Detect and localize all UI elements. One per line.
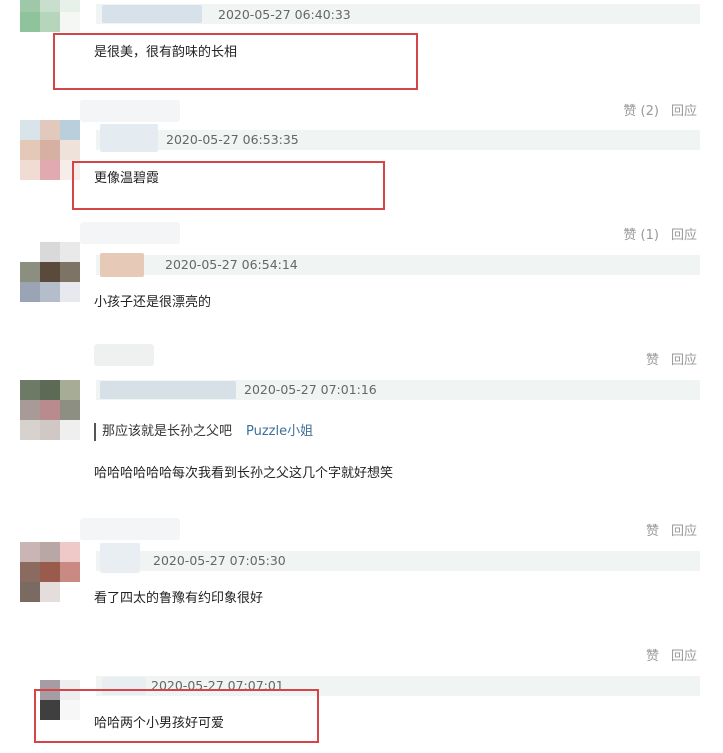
avatar[interactable] bbox=[20, 542, 80, 602]
like-button[interactable]: 赞 bbox=[646, 353, 659, 368]
avatar[interactable] bbox=[20, 380, 80, 440]
comment-actions: 赞 (1) 回应 bbox=[623, 228, 697, 244]
reply-button[interactable]: 回应 bbox=[671, 524, 697, 539]
highlight-box bbox=[72, 161, 385, 210]
highlight-box bbox=[34, 689, 319, 743]
comment-actions: 赞回应 bbox=[646, 524, 697, 540]
username-blurred[interactable] bbox=[102, 5, 202, 23]
username-blurred[interactable] bbox=[100, 381, 236, 399]
comment-actions: 赞 (2) 回应 bbox=[623, 104, 697, 120]
comment-timestamp: 2020-05-27 06:40:33 bbox=[218, 7, 351, 22]
quoted-text: 那应该就是长孙之父吧 bbox=[102, 424, 233, 439]
reply-button[interactable]: 回应 bbox=[671, 649, 697, 664]
quote-marker bbox=[94, 423, 96, 441]
comment-text: 看了四太的鲁豫有约印象很好 bbox=[94, 591, 264, 606]
username-blurred[interactable] bbox=[100, 253, 144, 277]
comment-meta-bar bbox=[96, 4, 700, 24]
comment-timestamp: 2020-05-27 06:54:14 bbox=[165, 257, 298, 272]
like-button[interactable]: 赞 (2) bbox=[623, 104, 659, 119]
like-button[interactable]: 赞 bbox=[646, 649, 659, 664]
avatar[interactable] bbox=[20, 120, 80, 180]
comment-timestamp: 2020-05-27 07:01:16 bbox=[244, 382, 377, 397]
comment-timestamp: 2020-05-27 07:05:30 bbox=[153, 553, 286, 568]
reply-button[interactable]: 回应 bbox=[671, 228, 697, 243]
like-button[interactable]: 赞 (1) bbox=[623, 228, 659, 243]
blurred-content bbox=[80, 518, 180, 540]
blurred-content bbox=[94, 344, 154, 366]
comment-text: 哈哈哈哈哈哈每次我看到长孙之父这几个字就好想笑 bbox=[94, 466, 394, 481]
comment-actions: 赞回应 bbox=[646, 353, 697, 369]
comment-timestamp: 2020-05-27 06:53:35 bbox=[166, 132, 299, 147]
like-button[interactable]: 赞 bbox=[646, 524, 659, 539]
blurred-content bbox=[80, 100, 180, 122]
comment-actions: 赞回应 bbox=[646, 649, 697, 665]
username-blurred[interactable] bbox=[100, 543, 140, 573]
username-blurred[interactable] bbox=[100, 124, 158, 152]
avatar[interactable] bbox=[20, 242, 80, 302]
reply-button[interactable]: 回应 bbox=[671, 104, 697, 119]
comment-text: 小孩子还是很漂亮的 bbox=[94, 295, 212, 310]
highlight-box bbox=[53, 33, 418, 90]
reply-button[interactable]: 回应 bbox=[671, 353, 697, 368]
comment-meta-bar bbox=[96, 380, 700, 400]
quoted-author-link[interactable]: Puzzle小姐 bbox=[246, 424, 313, 440]
blurred-content bbox=[80, 222, 180, 244]
